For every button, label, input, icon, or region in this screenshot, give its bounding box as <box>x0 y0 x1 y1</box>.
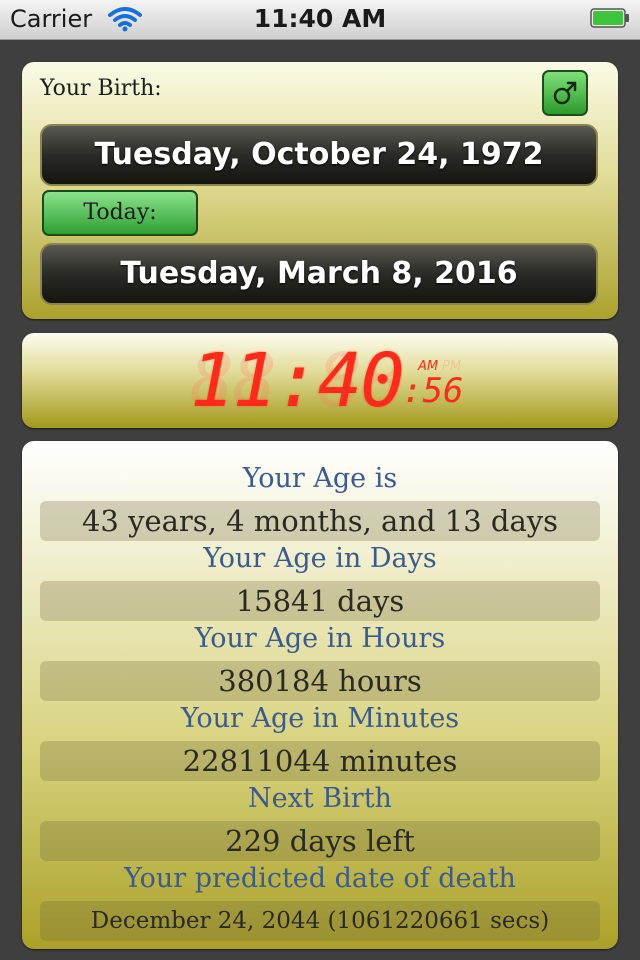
age-minutes-value: 22811044 minutes <box>40 741 600 781</box>
age-hours-label: Your Age in Hours <box>194 623 446 654</box>
today-date-field[interactable]: Tuesday, March 8, 2016 <box>40 243 598 305</box>
male-symbol-icon <box>553 81 577 105</box>
death-date-value: December 24, 2044 (1061220661 secs) <box>40 901 600 941</box>
age-hours-value: 380184 hours <box>40 661 600 701</box>
battery-icon <box>590 8 629 28</box>
next-birthday-label: Next Birth <box>248 783 392 814</box>
birth-label: Your Birth: <box>40 76 162 101</box>
death-date-label: Your predicted date of death <box>124 863 516 894</box>
status-time: 11:40 AM <box>253 4 387 33</box>
birth-date-field[interactable]: Tuesday, October 24, 1972 <box>40 124 598 186</box>
digital-clock-panel: 88:88 11:40 AM PM :56 <box>22 333 618 428</box>
gender-toggle-button[interactable] <box>542 70 588 116</box>
age-days-value: 15841 days <box>40 581 600 621</box>
next-birthday-value: 229 days left <box>40 821 600 861</box>
status-bar: Carrier 11:40 AM <box>0 0 640 40</box>
age-value: 43 years, 4 months, and 13 days <box>40 501 600 541</box>
today-button[interactable]: Today: <box>42 190 198 236</box>
digital-clock-seconds: :56 <box>402 371 464 411</box>
age-days-label: Your Age in Days <box>203 543 437 574</box>
age-label: Your Age is <box>242 463 398 494</box>
digital-clock-time: 11:40 <box>190 338 405 424</box>
birth-panel: Your Birth: Tuesday, October 24, 1972 To… <box>22 62 618 319</box>
age-minutes-label: Your Age in Minutes <box>180 703 460 734</box>
age-stats-panel: Your Age is 43 years, 4 months, and 13 d… <box>22 441 618 949</box>
